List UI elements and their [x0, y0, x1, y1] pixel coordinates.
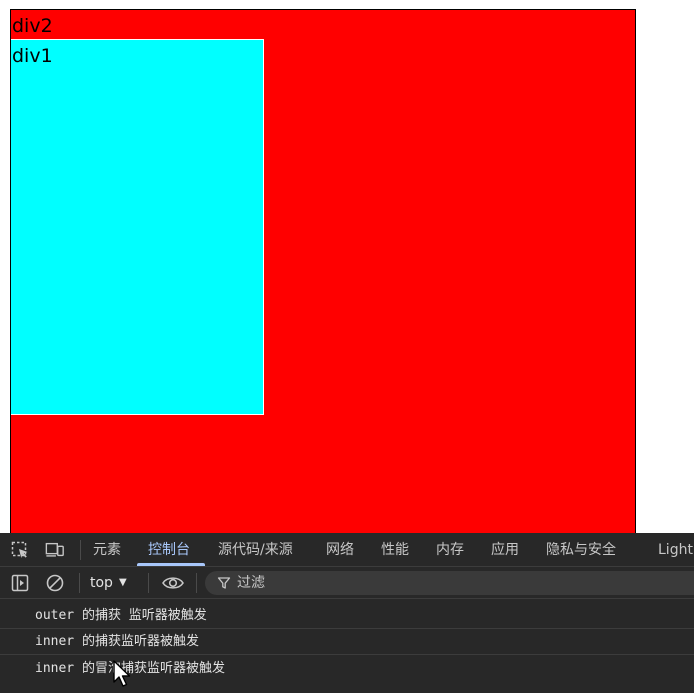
device-toolbar-icon[interactable] [45, 540, 65, 560]
page: div2 div1 元素 控制台 源代码/来源 网络 性能 内存 应用 隐私与安… [0, 0, 694, 693]
tab-performance[interactable]: 性能 [381, 533, 409, 567]
toolbar-divider [196, 573, 197, 593]
inner-div[interactable]: div1 [11, 39, 264, 415]
toolbar-divider [148, 573, 149, 593]
console-message: outer 的捕获 监听器被触发 [0, 603, 694, 629]
console-message: inner 的冒泡捕获监听器被触发 [0, 656, 694, 682]
tab-elements[interactable]: 元素 [93, 533, 121, 567]
tab-application[interactable]: 应用 [491, 533, 519, 567]
active-tab-indicator [137, 563, 205, 566]
inspect-element-icon[interactable] [10, 540, 30, 560]
console-message-text: outer 的捕获 监听器被触发 [35, 608, 207, 623]
inner-div-label: div1 [12, 45, 53, 67]
caret-down-icon: ▼ [118, 577, 127, 588]
devtools-panel: 元素 控制台 源代码/来源 网络 性能 内存 应用 隐私与安全 Light to… [0, 533, 694, 693]
outer-div-label: div2 [12, 15, 53, 37]
mouse-cursor-icon [113, 660, 131, 687]
tab-sources[interactable]: 源代码/来源 [218, 533, 293, 567]
tab-privacy-security[interactable]: 隐私与安全 [546, 533, 616, 567]
tab-network[interactable]: 网络 [326, 533, 354, 567]
filter-icon [217, 576, 231, 590]
tab-console[interactable]: 控制台 [148, 533, 190, 567]
context-selector-value: top [90, 575, 113, 591]
tab-lighthouse[interactable]: Light [658, 533, 693, 567]
filter-input[interactable] [237, 575, 657, 591]
sidebar-toggle-icon[interactable] [10, 573, 30, 593]
console-message: inner 的捕获监听器被触发 [0, 629, 694, 655]
context-selector[interactable]: top ▼ [90, 567, 127, 599]
clear-console-icon[interactable] [45, 573, 65, 593]
console-output: outer 的捕获 监听器被触发 inner 的捕获监听器被触发 inner 的… [0, 599, 694, 693]
live-expression-eye-icon[interactable] [161, 573, 185, 593]
console-filter [205, 571, 694, 595]
devtools-tab-bar: 元素 控制台 源代码/来源 网络 性能 内存 应用 隐私与安全 Light [0, 533, 694, 567]
toolbar-divider [80, 540, 81, 560]
toolbar-divider [79, 573, 80, 593]
tab-memory[interactable]: 内存 [436, 533, 464, 567]
outer-div[interactable]: div2 div1 [10, 9, 636, 539]
console-message-text: inner 的捕获监听器被触发 [35, 634, 199, 649]
console-toolbar: top ▼ [0, 567, 694, 599]
